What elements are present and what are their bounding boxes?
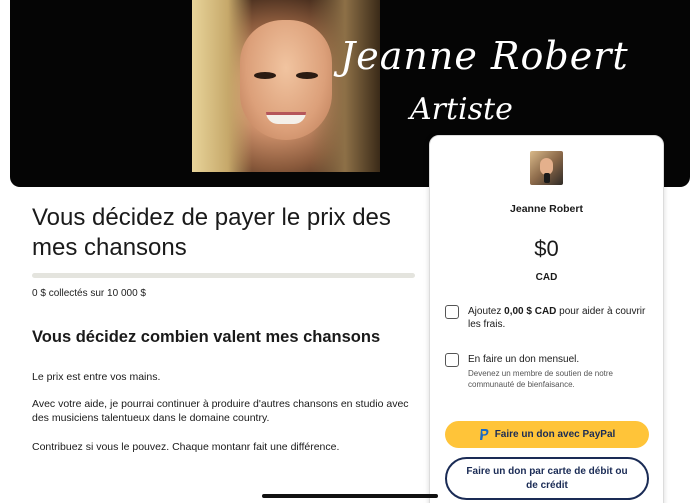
cover-fees-option[interactable]: Ajoutez 0,00 $ CAD pour aider à couvrir … <box>445 305 653 331</box>
section-title: Vous décidez combien valent mes chansons <box>32 328 381 346</box>
fee-prefix: Ajoutez <box>468 306 502 317</box>
paragraph: Le prix est entre vos mains. <box>32 371 161 383</box>
donation-form: Jeanne Robert $0 CAD Ajoutez 0,00 $ CAD … <box>429 135 664 503</box>
raised-label: collectés sur <box>48 288 105 299</box>
raised-amount: 0 $ <box>32 288 46 299</box>
currency-label: CAD <box>535 272 558 283</box>
avatar <box>530 151 563 185</box>
monthly-option[interactable]: En faire un don mensuel. Devenez un memb… <box>445 353 653 390</box>
paragraph: Contribuez si vous le pouvez. Chaque mon… <box>32 441 340 453</box>
paypal-label: Faire un don avec PayPal <box>494 429 616 440</box>
signature-title: Artiste <box>410 92 513 127</box>
paypal-icon <box>479 428 489 440</box>
paypal-donate-button[interactable]: Faire un don avec PayPal <box>445 421 649 448</box>
home-indicator[interactable] <box>262 494 438 498</box>
raised-summary: 0 $ collectés sur 10 000 $ <box>32 288 146 299</box>
goal-amount: 10 000 $ <box>107 288 146 299</box>
cover-fees-checkbox[interactable] <box>445 305 459 319</box>
monthly-label: En faire un don mensuel. <box>468 354 580 365</box>
monthly-sub: Devenez un membre de soutien de notre co… <box>468 369 613 389</box>
fee-amount: 0,00 $ CAD <box>504 306 557 317</box>
campaign-title: Vous décidez de payer le prix des mes ch… <box>32 204 391 261</box>
microphone-icon <box>544 173 550 183</box>
org-name: Jeanne Robert <box>510 203 583 215</box>
signature-name: Jeanne Robert <box>340 34 629 78</box>
card-donate-button[interactable]: Faire un don par carte de débit ou de cr… <box>445 457 649 500</box>
artist-face <box>240 20 332 140</box>
artist-photo <box>192 0 380 172</box>
paragraph: Avec votre aide, je pourrai continuer à … <box>32 398 409 424</box>
donation-amount[interactable]: $0 <box>430 236 663 262</box>
monthly-checkbox[interactable] <box>445 353 459 367</box>
progress-bar <box>32 273 415 278</box>
